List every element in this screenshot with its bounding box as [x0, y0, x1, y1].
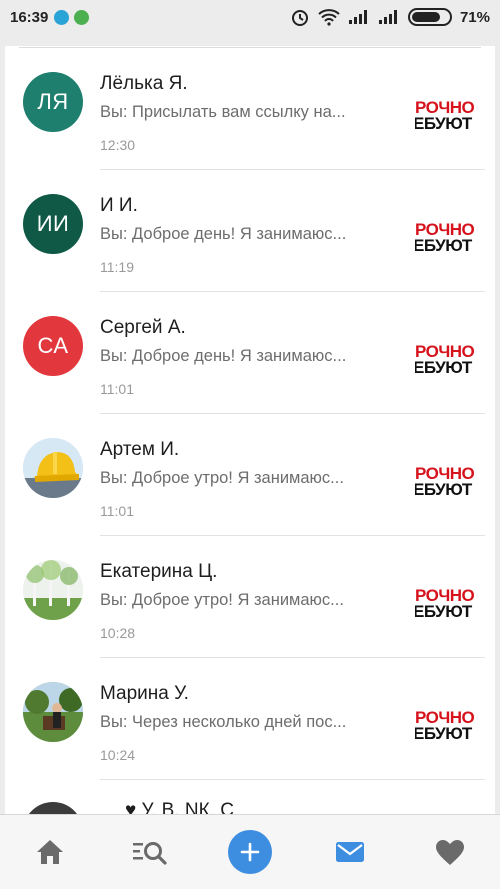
signal-icon-2 [378, 10, 397, 24]
status-time: 16:39 [10, 8, 49, 26]
ad-thumbnail[interactable]: РОЧНО ЕБУЮТ [415, 216, 485, 260]
battery-percent: 71% [459, 8, 490, 26]
row-divider [100, 779, 485, 780]
avatar[interactable] [23, 438, 83, 498]
nav-add[interactable] [220, 822, 280, 882]
message-time: 11:19 [100, 259, 134, 275]
mail-icon [336, 842, 364, 862]
message-preview: Вы: Доброе утро! Я занимаюс... [100, 591, 344, 609]
message-time: 12:30 [100, 137, 136, 153]
contact-name: Артем И. [100, 439, 180, 460]
conversation-row[interactable]: СА Сергей А. Вы: Доброе день! Я занимаюс… [5, 292, 495, 414]
battery-icon [407, 8, 452, 26]
avatar-initials: СА [37, 333, 69, 358]
avatar[interactable] [23, 560, 83, 620]
ad-line-2: ЕБУЮТ [415, 114, 472, 133]
contact-name: Марина У. [100, 683, 189, 704]
ad-thumbnail[interactable]: РОЧНО ЕБУЮТ [415, 338, 485, 382]
telegram-icon [54, 9, 70, 25]
ad-thumbnail[interactable]: РОЧНО ЕБУЮТ [415, 94, 485, 138]
search-list-icon [133, 842, 167, 865]
message-preview: Вы: Доброе день! Я занимаюс... [100, 225, 347, 243]
avatar[interactable] [23, 802, 83, 814]
message-preview: Вы: Через несколько дней пос... [100, 713, 347, 731]
ad-line-2: ЕБУЮТ [415, 602, 472, 621]
conversation-row-partial[interactable]: ♥ У. В. NК. С [5, 796, 495, 814]
contact-name: И И. [100, 195, 138, 216]
contact-name: ♥ У. В. NК. С [125, 800, 234, 814]
app-notification-icon [74, 9, 90, 25]
contact-name: Лёлька Я. [100, 73, 188, 94]
message-preview: Вы: Присылать вам ссылку на... [100, 103, 346, 121]
nav-messages[interactable] [320, 822, 380, 882]
message-time: 10:28 [100, 625, 136, 641]
avatar[interactable] [23, 682, 83, 742]
avatar[interactable]: СА [23, 316, 83, 376]
contact-name: Сергей А. [100, 317, 186, 338]
heart-icon [436, 839, 464, 865]
conversation-row[interactable]: Марина У. Вы: Через несколько дней пос..… [5, 658, 495, 780]
hard-hat-photo-icon [23, 438, 83, 498]
bottom-navigation [0, 814, 500, 889]
signal-icon-1 [348, 10, 367, 24]
wifi-icon [318, 9, 340, 26]
avatar[interactable]: ИИ [23, 194, 83, 254]
nav-search[interactable] [120, 822, 180, 882]
home-icon [37, 840, 63, 864]
ad-thumbnail[interactable]: РОЧНО ЕБУЮТ [415, 582, 485, 626]
birch-trees-photo-icon [23, 560, 83, 620]
message-time: 11:01 [100, 381, 134, 397]
conversation-row[interactable]: ИИ И И. Вы: Доброе день! Я занимаюс... 1… [5, 170, 495, 292]
nav-favorites[interactable] [420, 822, 480, 882]
message-time: 11:01 [100, 503, 134, 519]
conversation-row[interactable]: ЛЯ Лёлька Я. Вы: Присылать вам ссылку на… [5, 48, 495, 170]
message-time: 10:24 [100, 747, 136, 763]
nav-home[interactable] [20, 822, 80, 882]
ad-thumbnail[interactable]: РОЧНО ЕБУЮТ [415, 460, 485, 504]
conversation-list[interactable]: ЛЯ Лёлька Я. Вы: Присылать вам ссылку на… [0, 34, 500, 814]
conversation-row[interactable]: Артем И. Вы: Доброе утро! Я занимаюс... … [5, 414, 495, 536]
conversation-row[interactable]: Екатерина Ц. Вы: Доброе утро! Я занимаюс… [5, 536, 495, 658]
person-outdoor-photo-icon [23, 682, 83, 742]
message-preview: Вы: Доброе день! Я занимаюс... [100, 347, 347, 365]
alarm-icon [291, 10, 308, 26]
status-bar: 16:39 71% [0, 0, 500, 34]
ad-thumbnail[interactable]: РОЧНО ЕБУЮТ [415, 704, 485, 748]
avatar[interactable]: ЛЯ [23, 72, 83, 132]
avatar-initials: ЛЯ [37, 89, 69, 114]
ad-line-2: ЕБУЮТ [415, 724, 472, 743]
avatar-initials: ИИ [36, 211, 70, 236]
ad-line-2: ЕБУЮТ [415, 236, 472, 255]
message-preview: Вы: Доброе утро! Я занимаюс... [100, 469, 344, 487]
ad-line-2: ЕБУЮТ [415, 358, 472, 377]
add-icon [228, 830, 272, 874]
ad-line-2: ЕБУЮТ [415, 480, 472, 499]
contact-name: Екатерина Ц. [100, 561, 218, 582]
